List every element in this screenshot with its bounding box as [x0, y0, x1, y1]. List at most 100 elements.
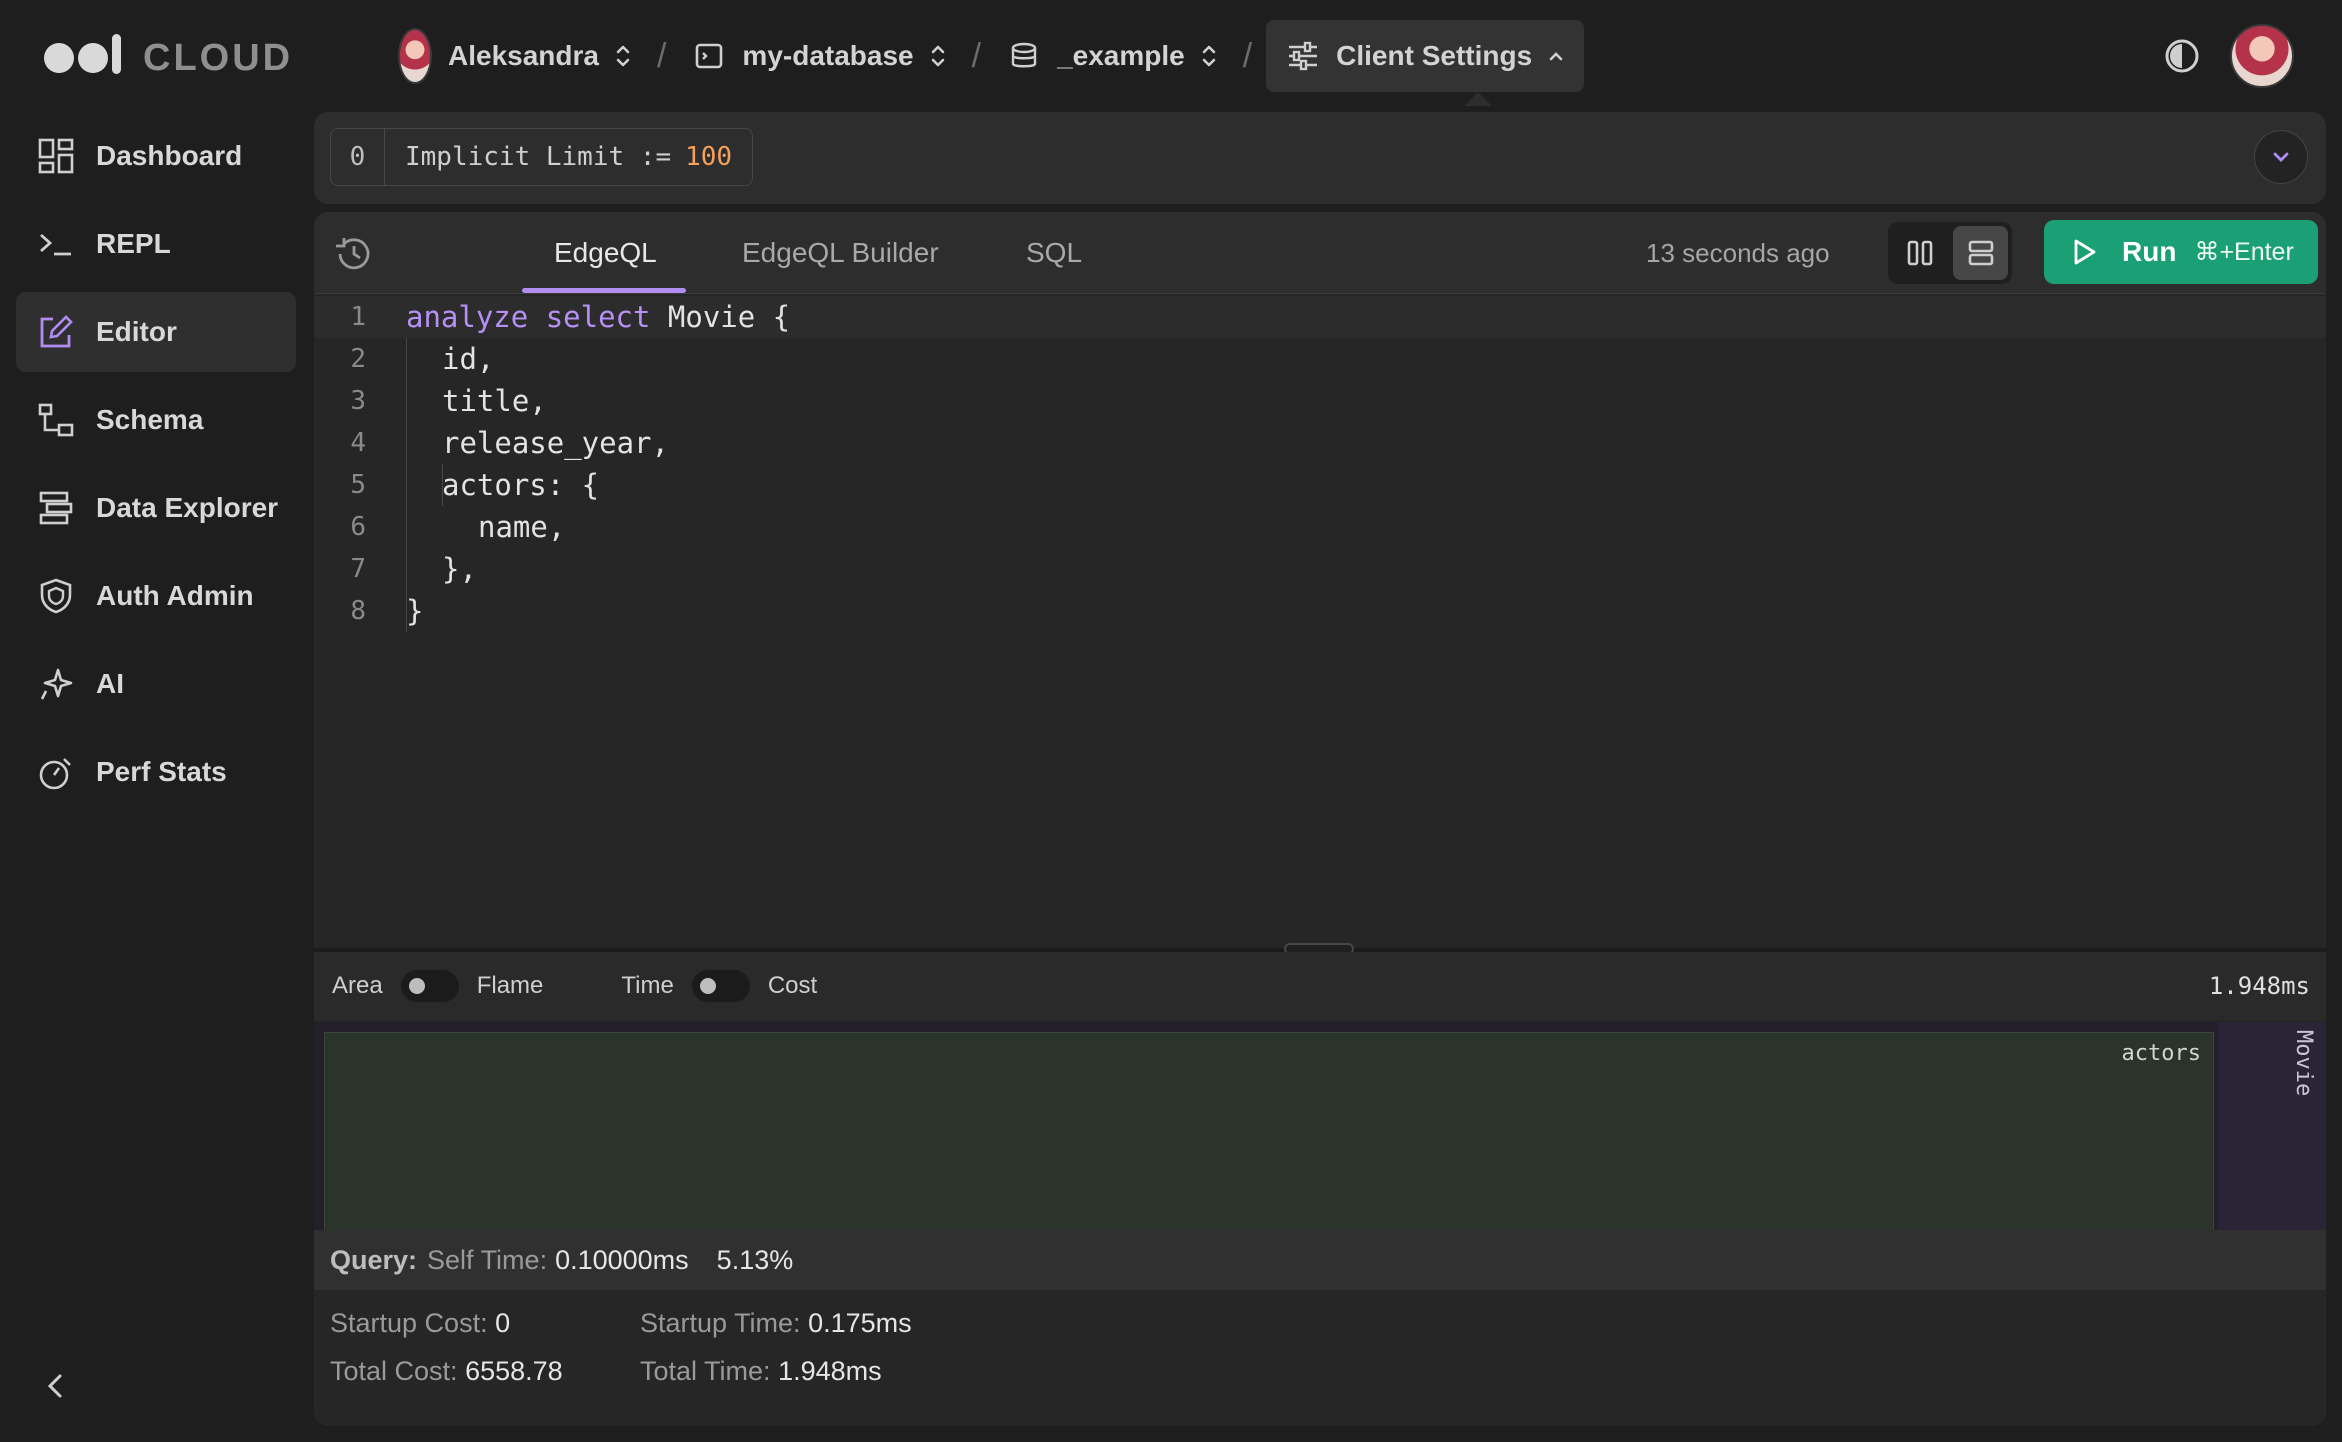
code-line: 6 name, [314, 506, 2326, 548]
line-number: 1 [350, 302, 366, 332]
breadcrumb-separator: / [656, 36, 667, 75]
code-token: title, [442, 384, 547, 418]
flame-node-label: Movie [2291, 1030, 2316, 1097]
sidebar-item-schema[interactable]: Schema [16, 380, 296, 460]
collapse-sidebar-button[interactable] [40, 1366, 70, 1406]
code-editor[interactable]: 1 analyze select Movie { 2 id, 3 title, … [314, 296, 2326, 948]
sidebar-item-auth-admin[interactable]: Auth Admin [16, 556, 296, 636]
breadcrumb: Aleksandra / my-database / _example / Cl… [386, 20, 1585, 92]
edit-icon [36, 312, 76, 352]
query-label: Query: [330, 1244, 418, 1275]
tab-sql[interactable]: SQL [1026, 212, 1082, 294]
code-line: 2 id, [314, 338, 2326, 380]
settings-popover-pointer [1464, 92, 1492, 106]
line-number: 2 [350, 344, 366, 374]
editor-tabbar: EdgeQL EdgeQL Builder SQL 13 seconds ago… [314, 212, 2326, 294]
chevron-up-icon [1548, 49, 1564, 63]
rows-icon [1968, 240, 1993, 266]
code-token: } [406, 594, 424, 628]
sidebar-item-label: Perf Stats [96, 756, 227, 787]
theme-icon [2165, 39, 2199, 73]
expand-settings-button[interactable] [2254, 130, 2308, 184]
time-label: Time [621, 972, 674, 999]
total-time-value: 1.948ms [778, 1356, 882, 1386]
startup-time-value: 0.175ms [808, 1308, 912, 1338]
run-shortcut: ⌘+Enter [2194, 238, 2294, 266]
sliders-icon [1286, 39, 1320, 73]
database-name: _example [1057, 40, 1185, 71]
breadcrumb-separator: / [971, 36, 982, 75]
area-flame-toggle[interactable] [400, 970, 459, 1002]
sidebar-item-editor[interactable]: Editor [16, 292, 296, 372]
user-switcher[interactable]: Aleksandra [386, 20, 643, 92]
tab-edgeql-builder[interactable]: EdgeQL Builder [742, 212, 939, 294]
breadcrumb-separator: / [1242, 36, 1253, 75]
total-query-time: 1.948ms [2208, 972, 2310, 1000]
startup-time: Startup Time: 0.175ms [640, 1308, 912, 1339]
code-line: 5 actors: { [314, 464, 2326, 506]
last-run-time: 13 seconds ago [1646, 237, 1830, 268]
code-line: 8 } [314, 590, 2326, 632]
instance-icon [692, 39, 726, 73]
shield-icon [36, 576, 76, 616]
query-stats-header: Query: Self Time: 0.10000ms 5.13% [314, 1230, 2326, 1290]
code-keyword: select [545, 300, 651, 334]
total-cost: Total Cost: 6558.78 [330, 1356, 563, 1387]
sidebar-item-data-explorer[interactable]: Data Explorer [16, 468, 296, 548]
code-line: 1 analyze select Movie { [314, 296, 2326, 338]
code-token: Movie { [667, 300, 791, 334]
chevron-down-icon [2273, 152, 2289, 162]
sparkle-icon [36, 664, 76, 704]
total-cost-value: 6558.78 [465, 1356, 563, 1386]
layout-rows-button[interactable] [1953, 226, 2008, 280]
self-time-value: 0.10000ms [555, 1244, 689, 1275]
code-line: 3 title, [314, 380, 2326, 422]
history-icon [336, 238, 370, 270]
sidebar-item-perf-stats[interactable]: Perf Stats [16, 732, 296, 812]
sidebar: Dashboard REPL Editor Schema Data Explor… [16, 116, 296, 820]
sidebar-item-ai[interactable]: AI [16, 644, 296, 724]
line-number: 5 [350, 470, 366, 500]
chevron-left-icon [47, 1374, 62, 1398]
implicit-limit-chip[interactable]: 0 Implicit Limit := 100 [330, 128, 754, 186]
code-line: 7 }, [314, 548, 2326, 590]
theme-toggle-button[interactable] [2162, 36, 2202, 76]
client-settings-bar: 0 Implicit Limit := 100 [314, 112, 2326, 204]
layout-toggle [1888, 222, 2012, 284]
editor-panel: EdgeQL EdgeQL Builder SQL 13 seconds ago… [314, 212, 2326, 1426]
dashboard-icon [36, 136, 76, 176]
terminal-icon [36, 224, 76, 264]
instance-switcher[interactable]: my-database [680, 20, 957, 92]
instance-name: my-database [742, 40, 914, 71]
tab-edgeql[interactable]: EdgeQL [554, 212, 657, 294]
run-button[interactable]: Run ⌘+Enter [2044, 220, 2318, 284]
logo-text: CLOUD [143, 36, 294, 79]
layout-columns-button[interactable] [1892, 226, 1947, 280]
data-explorer-icon [36, 488, 76, 528]
code-keyword: analyze [406, 300, 529, 334]
flame-node-label: actors [2121, 1041, 2201, 1066]
code-token: name, [478, 510, 566, 544]
chevron-updown-icon [930, 43, 946, 69]
sidebar-item-label: REPL [96, 228, 171, 259]
database-switcher[interactable]: _example [995, 20, 1229, 92]
self-time-label: Self Time: [427, 1244, 548, 1275]
line-number: 4 [350, 428, 366, 458]
account-avatar[interactable] [2230, 24, 2294, 88]
startup-time-label: Startup Time: [640, 1308, 801, 1338]
history-button[interactable] [332, 232, 376, 276]
implicit-limit-label: Implicit Limit := [405, 142, 672, 172]
code-token: release_year, [442, 426, 669, 460]
client-settings-label: Client Settings [1336, 40, 1533, 71]
app-logo[interactable]: CLOUD [44, 26, 293, 90]
sidebar-item-label: Dashboard [96, 140, 243, 171]
user-name: Aleksandra [448, 40, 599, 71]
sidebar-item-dashboard[interactable]: Dashboard [16, 116, 296, 196]
sidebar-item-label: AI [96, 668, 124, 699]
active-tab-indicator [522, 288, 686, 293]
client-settings-button[interactable]: Client Settings [1266, 20, 1585, 92]
database-icon [1007, 39, 1041, 73]
time-cost-toggle[interactable] [691, 970, 750, 1002]
cost-label: Cost [767, 972, 818, 999]
sidebar-item-repl[interactable]: REPL [16, 204, 296, 284]
